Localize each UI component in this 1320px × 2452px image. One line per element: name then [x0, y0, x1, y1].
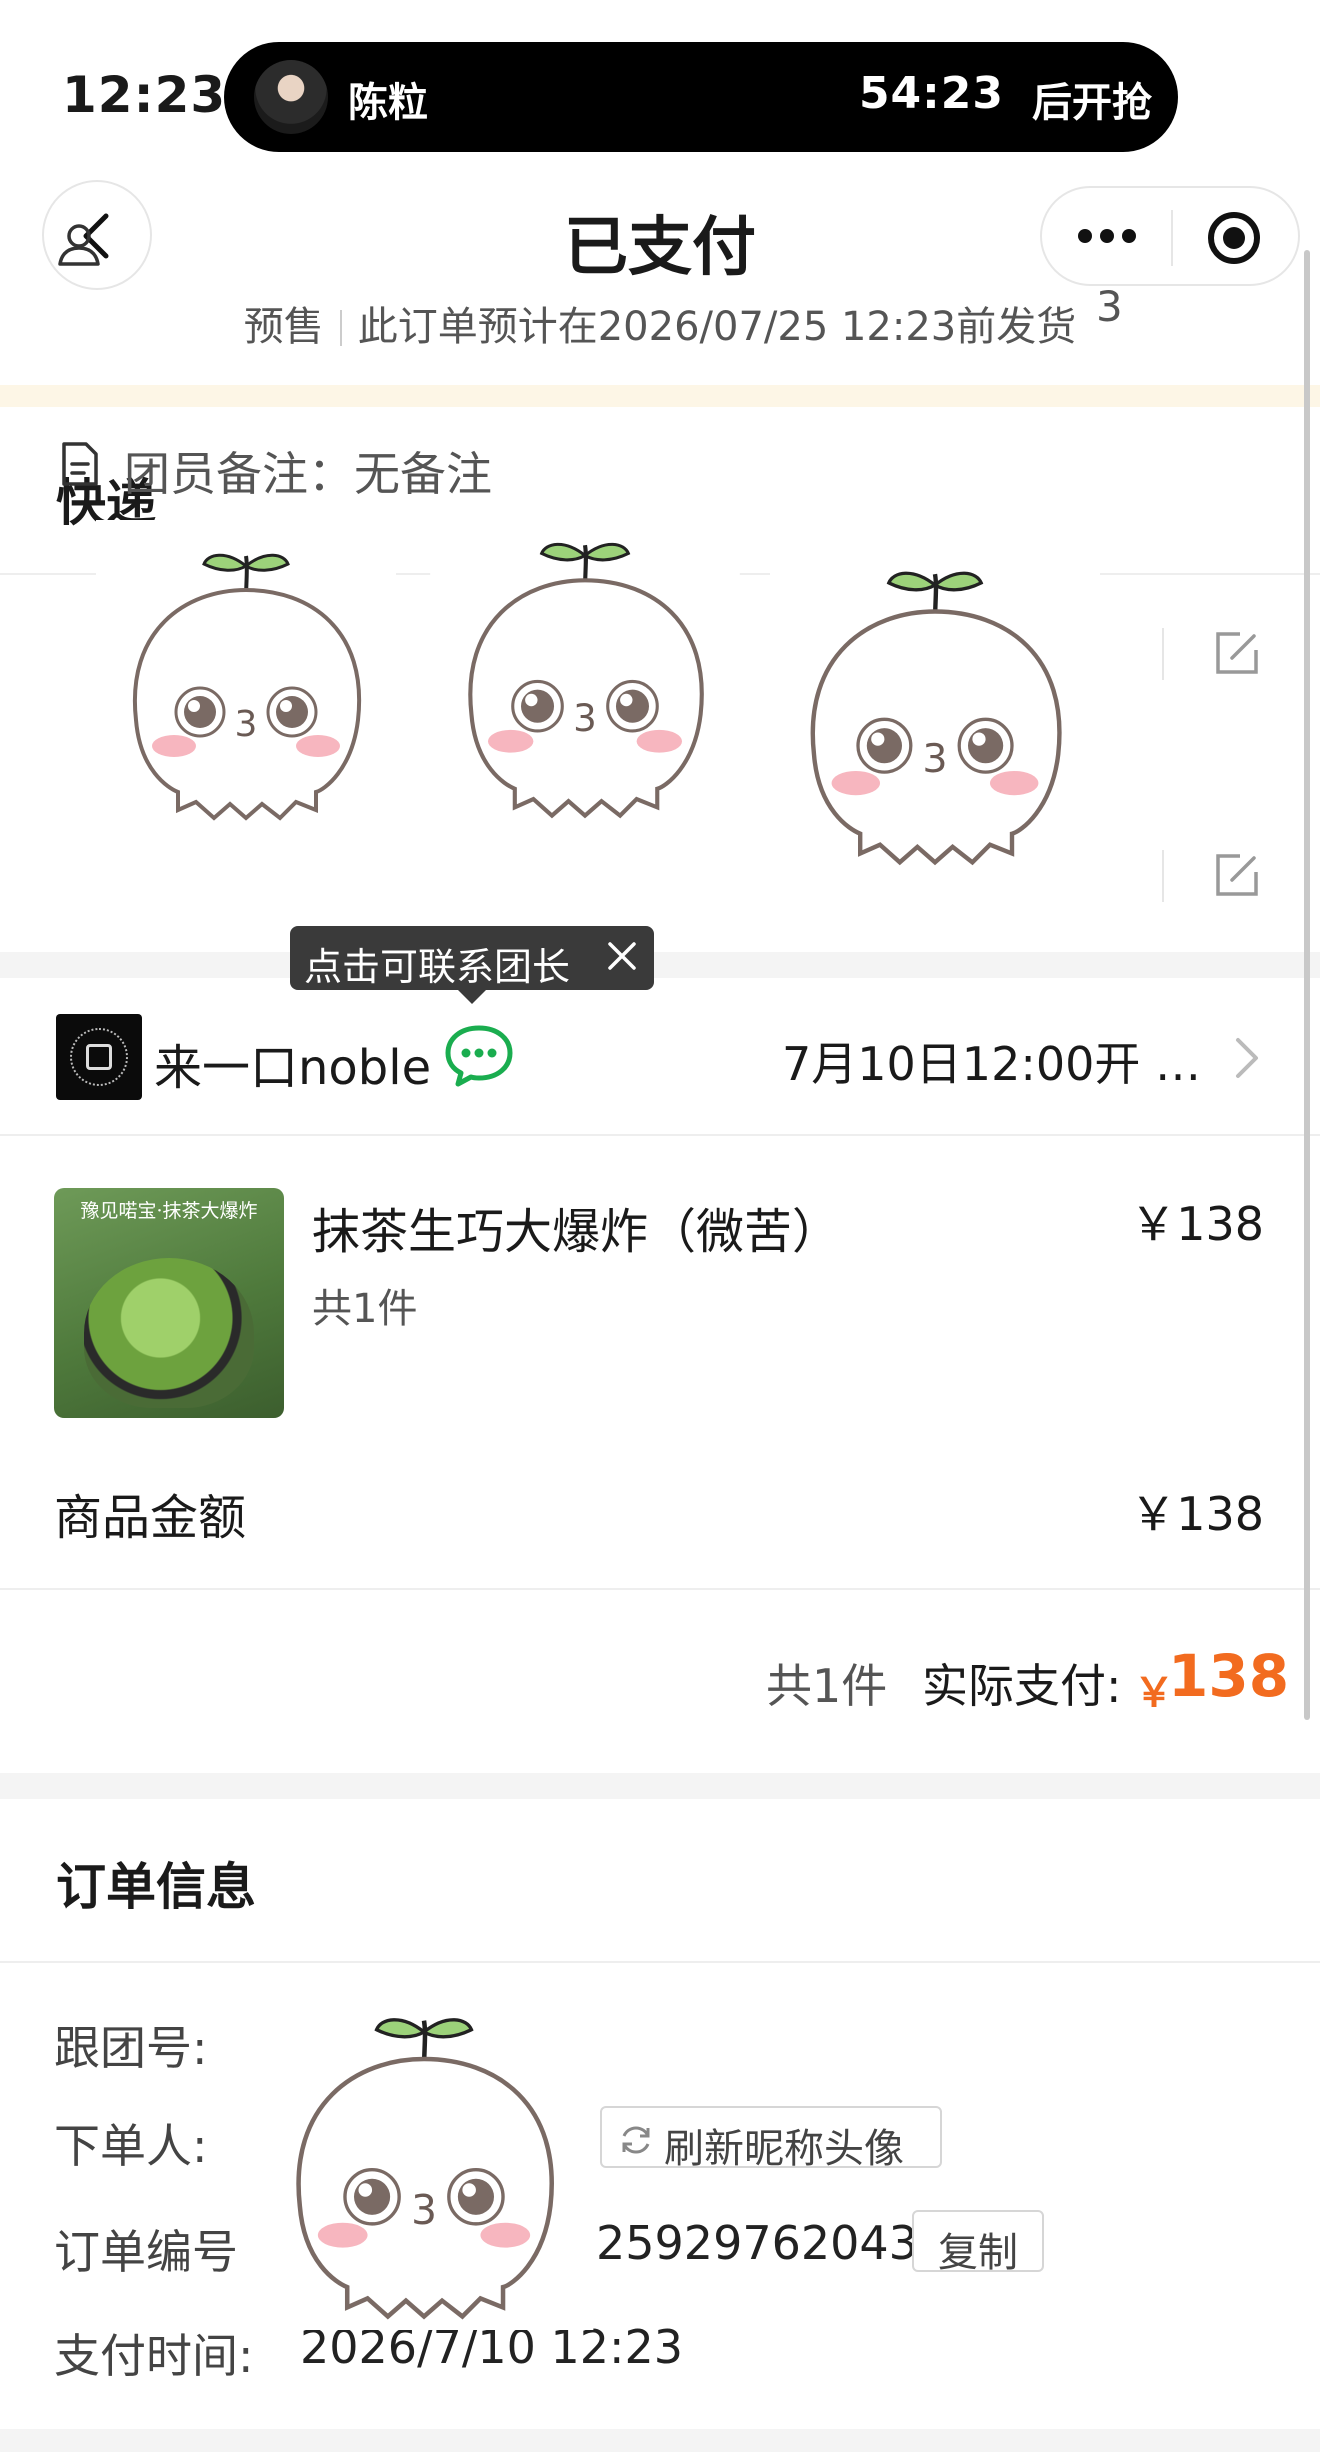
amount-value: ￥138 — [1130, 1487, 1264, 1541]
refresh-icon — [622, 2126, 650, 2154]
presale-message: 此订单预计在2026/07/25 12:23前发货 — [357, 304, 1077, 350]
shop-open-time: 7月10日12:00开 … — [782, 1037, 1201, 1091]
chat-icon[interactable] — [442, 1022, 516, 1088]
order-info-title: 订单信息 — [56, 1858, 256, 1916]
amount-label: 商品金额 — [54, 1490, 247, 1546]
divider — [0, 1588, 1320, 1590]
presale-tag: 预售 — [243, 304, 324, 350]
svg-text:3: 3 — [235, 704, 258, 745]
shop-name[interactable]: 来一口noble — [154, 1028, 431, 1098]
paid-time-label: 支付时间: — [54, 2329, 254, 2383]
tooltip-text: 点击可联系团长 — [304, 945, 571, 989]
total-paid-value: 138 — [1168, 1642, 1290, 1710]
bottom-gap — [0, 2429, 1320, 2452]
person-icon — [58, 224, 100, 266]
live-countdown-pill[interactable]: 陈粒 54:23 后开抢 — [224, 42, 1178, 152]
buyer-label: 下单人: — [54, 2119, 208, 2173]
order-detail-page: 12:23 陈粒 54:23 后开抢 已支付 预售 此订单预计在2026/07/2… — [0, 0, 1320, 2452]
masked-phone-digit: 3 — [1096, 282, 1123, 331]
countdown-suffix: 后开抢 — [1032, 80, 1152, 126]
order-no-value: 25929762043 — [596, 2216, 918, 2270]
cake-illustration — [84, 1258, 254, 1408]
svg-text:3: 3 — [573, 697, 597, 740]
shop-logo[interactable] — [56, 1014, 142, 1100]
divider — [0, 1134, 1320, 1136]
refresh-button-label: 刷新昵称头像 — [664, 2126, 904, 2172]
section-gap — [0, 952, 1320, 978]
group-no-label: 跟团号: — [54, 2021, 208, 2075]
chevron-right-icon[interactable] — [1232, 1034, 1262, 1082]
note-icon — [62, 442, 98, 486]
divider — [0, 1961, 1320, 1963]
product-count: 共1件 — [312, 1286, 418, 1332]
total-count: 共1件 — [766, 1659, 888, 1713]
section-gap — [0, 1773, 1320, 1799]
countdown-timer: 54:23 — [858, 68, 1004, 119]
status-band — [0, 385, 1320, 407]
privacy-sticker: 3 — [254, 1980, 594, 2330]
total-label: 实际支付: — [922, 1659, 1122, 1713]
edit-address-icon[interactable] — [1212, 628, 1262, 678]
svg-text:3: 3 — [411, 2186, 437, 2234]
status-time: 12:23 — [62, 66, 227, 124]
logo-mark — [86, 1044, 112, 1070]
contact-leader-tooltip[interactable]: 点击可联系团长 — [290, 926, 654, 1004]
copy-button-label: 复制 — [938, 2230, 1018, 2276]
product-price: ￥138 — [1130, 1197, 1264, 1251]
host-avatar — [254, 60, 328, 134]
refresh-profile-button[interactable]: 刷新昵称头像 — [600, 2106, 942, 2172]
close-icon[interactable] — [604, 938, 640, 974]
order-no-label: 订单编号 — [54, 2225, 238, 2279]
scrollbar[interactable] — [1304, 250, 1310, 1720]
svg-text:3: 3 — [922, 736, 947, 782]
mini-program-capsule — [1040, 186, 1300, 286]
divider — [1162, 628, 1164, 680]
privacy-sticker: 3 — [770, 534, 1100, 876]
copy-button[interactable]: 复制 — [912, 2210, 1044, 2276]
divider — [1162, 850, 1164, 902]
close-program-icon[interactable] — [1208, 212, 1260, 264]
edit-note-icon[interactable] — [1212, 850, 1262, 900]
more-icon[interactable] — [1078, 226, 1138, 250]
privacy-sticker: 3 — [96, 520, 396, 830]
capsule-divider — [1171, 210, 1173, 266]
product-image-banner: 豫见喏宝·抹茶大爆炸 — [80, 1200, 258, 1222]
member-note: 团员备注：无备注 — [124, 447, 492, 501]
host-name: 陈粒 — [348, 80, 428, 126]
product-image[interactable]: 豫见喏宝·抹茶大爆炸 — [54, 1188, 284, 1418]
privacy-sticker: 3 — [430, 508, 740, 828]
product-name[interactable]: 抹茶生巧大爆炸（微苦） — [312, 1192, 840, 1262]
presale-separator — [339, 310, 342, 346]
